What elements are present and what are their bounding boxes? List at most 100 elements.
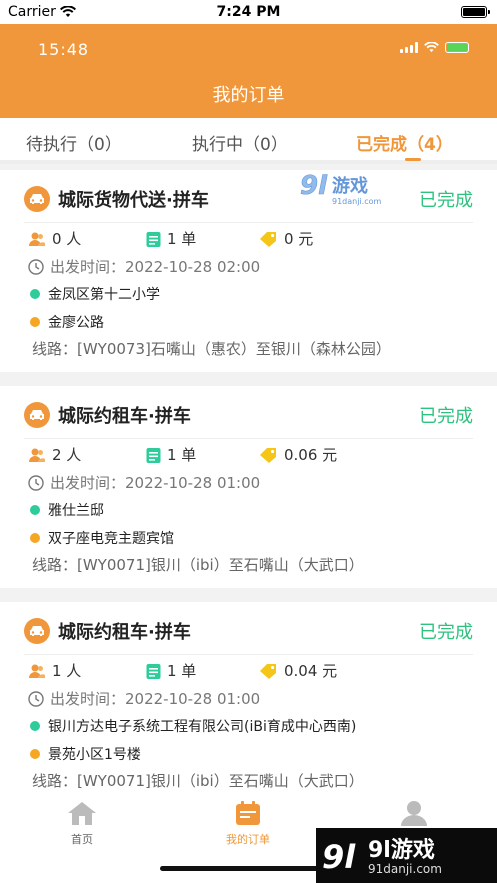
order-price: 0.06 元 [258, 444, 337, 465]
svg-text:9l: 9l [322, 838, 356, 876]
price-value: 0.04 元 [284, 662, 338, 680]
order-card[interactable]: 城际货物代送·拼车 已完成 0 人 1 单 0 元 出发时间：2022-10-2… [0, 170, 497, 372]
start-text: 雅仕兰邸 [48, 503, 104, 519]
count-value: 1 单 [167, 446, 197, 464]
price-tag-icon [260, 447, 276, 463]
end-location: 金廖公路 [30, 312, 104, 332]
active-tab-indicator [405, 158, 421, 161]
order-count: 1 单 [146, 444, 196, 465]
order-card-header: 城际约租车·拼车 已完成 [24, 398, 473, 432]
order-stats: 2 人 1 单 0.06 元 [28, 444, 468, 464]
end-text: 金廖公路 [48, 315, 104, 331]
end-text: 景苑小区1号楼 [48, 747, 141, 763]
order-tabs: 待执行（0） 执行中（0） 已完成（4） [0, 118, 497, 164]
tab-my-orders[interactable]: 我的订单 [208, 800, 288, 847]
order-stats: 0 人 1 单 0 元 [28, 228, 468, 248]
people-icon [29, 664, 45, 678]
car-icon [24, 618, 50, 644]
departure-time: 出发时间：2022-10-28 01:00 [28, 472, 260, 493]
watermark-banner: 9l 9l游戏 91danji.com [316, 828, 497, 883]
watermark-logo-icon: 9l [322, 838, 356, 876]
clock-icon [28, 690, 44, 707]
order-status: 已完成 [419, 622, 473, 643]
people-value: 1 人 [52, 662, 82, 680]
price-tag-icon [260, 231, 276, 247]
watermark-site: 91danji.com [368, 862, 442, 876]
svg-text:9l: 9l [300, 171, 328, 201]
route-text: 线路：[WY0071]银川（ibi）至石嘴山（大武口） [32, 556, 364, 574]
start-dot-icon [30, 505, 40, 515]
start-location: 金凤区第十二小学 [30, 284, 160, 304]
order-price: 0.04 元 [258, 660, 337, 681]
end-text: 双子座电竞主题宾馆 [48, 531, 174, 547]
price-value: 0 元 [284, 230, 314, 248]
battery-icon [461, 6, 490, 18]
page-title: 我的订单 [212, 85, 285, 106]
order-card[interactable]: 城际约租车·拼车 已完成 1 人 1 单 0.04 元 出发时间：2022-10… [0, 602, 497, 796]
people-value: 2 人 [52, 446, 82, 464]
watermark-logo: 9l 游戏 91danji.com [300, 171, 382, 206]
order-count: 1 单 [146, 228, 196, 249]
people-icon [29, 448, 45, 462]
user-icon [401, 801, 427, 826]
app-status-time: 15:48 [38, 40, 90, 59]
divider [24, 222, 473, 223]
count-value: 1 单 [167, 662, 197, 680]
order-card-header: 城际约租车·拼车 已完成 [24, 614, 473, 648]
count-value: 1 单 [167, 230, 197, 248]
end-location: 双子座电竞主题宾馆 [30, 528, 174, 548]
departure-text: 出发时间：2022-10-28 01:00 [50, 690, 261, 708]
order-title: 城际约租车·拼车 [58, 622, 191, 643]
order-price: 0 元 [258, 228, 313, 249]
passenger-count: 0 人 [28, 228, 81, 249]
start-location: 雅仕兰邸 [30, 500, 104, 520]
order-title: 城际货物代送·拼车 [58, 190, 209, 211]
orders-icon [236, 801, 260, 825]
list-icon [146, 231, 161, 247]
start-dot-icon [30, 289, 40, 299]
order-count: 1 单 [146, 660, 196, 681]
end-dot-icon [30, 317, 40, 327]
clock-icon [28, 474, 44, 491]
end-location: 景苑小区1号楼 [30, 744, 141, 764]
order-card[interactable]: 城际约租车·拼车 已完成 2 人 1 单 0.06 元 出发时间：2022-10… [0, 386, 497, 588]
home-icon [68, 802, 96, 825]
order-stats: 1 人 1 单 0.04 元 [28, 660, 468, 680]
order-status: 已完成 [419, 406, 473, 427]
tab-in-progress[interactable]: 执行中（0） [192, 130, 288, 155]
divider [24, 654, 473, 655]
list-icon [146, 447, 161, 463]
car-icon [24, 186, 50, 212]
order-title: 城际约租车·拼车 [58, 406, 191, 427]
start-location: 银川方达电子系统工程有限公司(iBi育成中心西南) [30, 716, 356, 736]
car-icon [24, 402, 50, 428]
svg-text:91danji.com: 91danji.com [332, 197, 382, 206]
departure-text: 出发时间：2022-10-28 02:00 [50, 258, 261, 276]
departure-text: 出发时间：2022-10-28 01:00 [50, 474, 261, 492]
end-dot-icon [30, 749, 40, 759]
watermark-brand: 9l游戏 [368, 838, 435, 863]
start-dot-icon [30, 721, 40, 731]
price-value: 0.06 元 [284, 446, 338, 464]
price-tag-icon [260, 663, 276, 679]
tab-pending[interactable]: 待执行（0） [26, 130, 122, 155]
tab-profile[interactable] [374, 800, 454, 829]
start-text: 金凤区第十二小学 [48, 287, 160, 303]
home-indicator [160, 866, 338, 871]
charging-battery-icon [445, 42, 469, 53]
clock-icon [28, 258, 44, 275]
signal-icon [400, 42, 418, 53]
app-status-icons [400, 42, 469, 53]
device-status-bar: Carrier 7:24 PM [0, 0, 497, 24]
svg-text:游戏: 游戏 [332, 175, 368, 197]
tab-home[interactable]: 首页 [42, 800, 122, 847]
tab-home-label: 首页 [71, 833, 93, 846]
tab-completed[interactable]: 已完成（4） [356, 130, 453, 155]
device-time: 7:24 PM [216, 4, 281, 20]
departure-time: 出发时间：2022-10-28 01:00 [28, 688, 260, 709]
order-status: 已完成 [419, 190, 473, 211]
people-icon [29, 232, 45, 246]
app-header: 15:48 我的订单 [0, 24, 497, 118]
passenger-count: 2 人 [28, 444, 81, 465]
passenger-count: 1 人 [28, 660, 81, 681]
